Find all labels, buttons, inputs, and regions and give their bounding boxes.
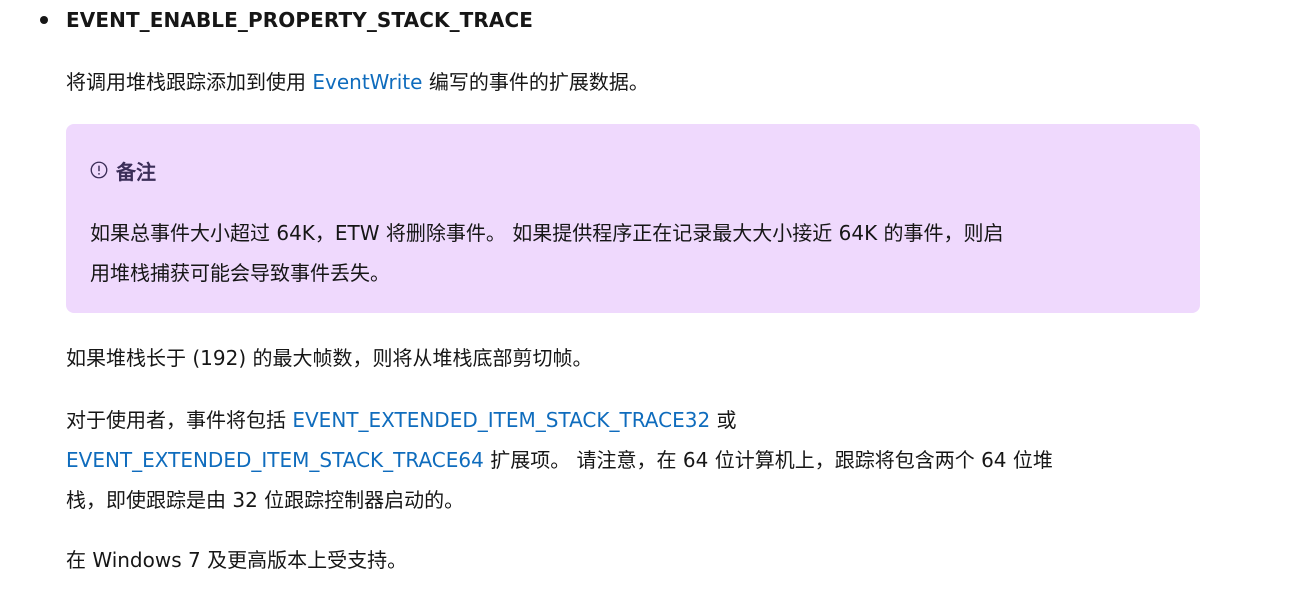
note-callout: 备注 如果总事件大小超过 64K，ETW 将删除事件。 如果提供程序正在记录最大… (66, 124, 1200, 313)
bullet-icon (40, 16, 48, 24)
eventwrite-link[interactable]: EventWrite (312, 70, 422, 94)
note-header: 备注 (90, 152, 156, 188)
consumer-text-after: 扩展项。 请注意，在 64 位计算机上，跟踪将包含两个 64 位堆 (483, 448, 1053, 472)
consumer-line-3: 栈，即使跟踪是由 32 位跟踪控制器启动的。 (66, 488, 465, 512)
intro-text-before: 将调用堆栈跟踪添加到使用 (66, 70, 313, 94)
info-circle-icon (90, 161, 108, 179)
frames-paragraph: 如果堆栈长于 (192) 的最大帧数，则将从堆栈底部剪切帧。 (66, 346, 593, 370)
note-line-1: 如果总事件大小超过 64K，ETW 将删除事件。 如果提供程序正在记录最大大小接… (90, 221, 1004, 245)
note-body: 如果总事件大小超过 64K，ETW 将删除事件。 如果提供程序正在记录最大大小接… (90, 213, 1004, 293)
consumer-text-mid: 或 (710, 408, 737, 432)
consumer-text-before: 对于使用者，事件将包括 (66, 408, 293, 432)
term-heading: EVENT_ENABLE_PROPERTY_STACK_TRACE (66, 8, 534, 32)
doc-content: EVENT_ENABLE_PROPERTY_STACK_TRACE 将调用堆栈跟… (0, 0, 1305, 592)
intro-paragraph: 将调用堆栈跟踪添加到使用 EventWrite 编写的事件的扩展数据。 (66, 62, 649, 102)
note-title: 备注 (116, 159, 156, 184)
support-paragraph: 在 Windows 7 及更高版本上受支持。 (66, 548, 408, 572)
stack-trace32-link[interactable]: EVENT_EXTENDED_ITEM_STACK_TRACE32 (292, 408, 710, 432)
consumer-paragraph: 对于使用者，事件将包括 EVENT_EXTENDED_ITEM_STACK_TR… (66, 400, 1053, 520)
note-line-2: 用堆栈捕获可能会导致事件丢失。 (90, 261, 390, 285)
stack-trace64-link[interactable]: EVENT_EXTENDED_ITEM_STACK_TRACE64 (66, 448, 484, 472)
list-item: EVENT_ENABLE_PROPERTY_STACK_TRACE (40, 2, 533, 38)
intro-text-after: 编写的事件的扩展数据。 (422, 70, 649, 94)
